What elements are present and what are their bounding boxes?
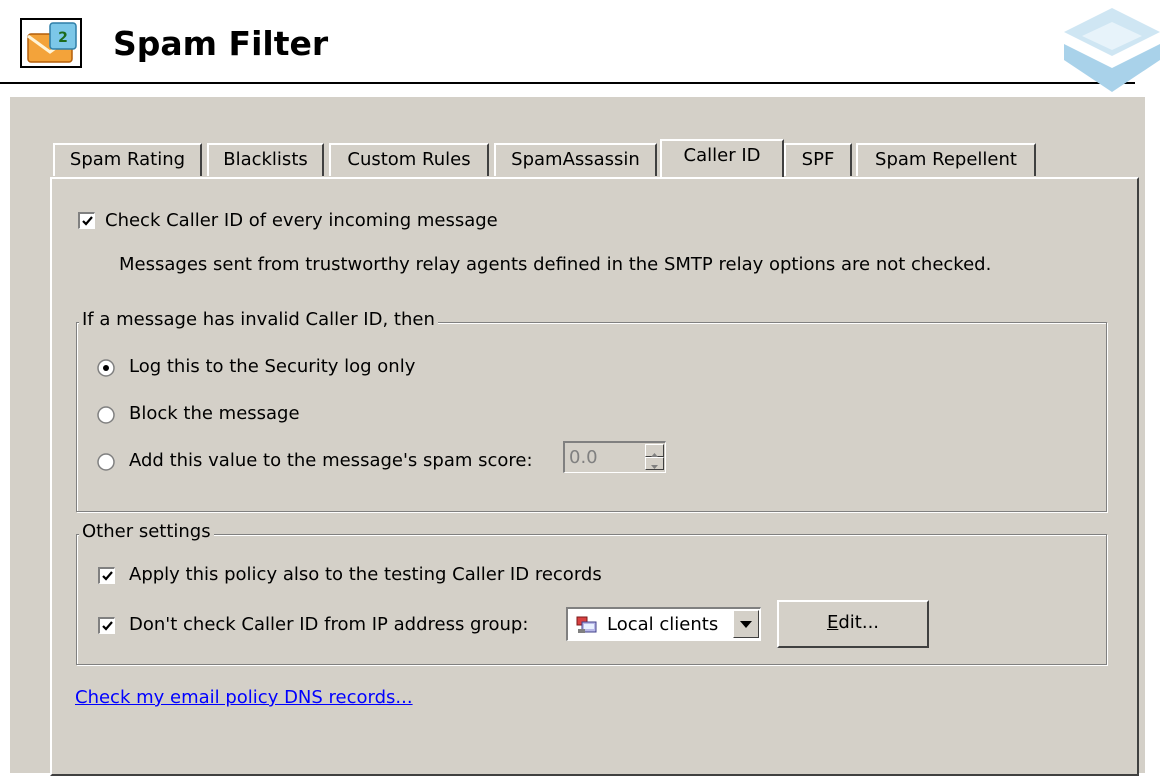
ip-group-dropdown-button[interactable] xyxy=(733,610,759,638)
edit-button[interactable]: Edit... xyxy=(777,600,929,648)
block-message-radio[interactable] xyxy=(97,406,115,424)
mail-envelope-icon: 2 xyxy=(20,18,82,68)
tab-spam-repellent[interactable]: Spam Repellent xyxy=(856,143,1036,176)
settings-panel: Spam Rating Blacklists Custom Rules Spam… xyxy=(10,97,1145,776)
other-settings-group-title: Other settings xyxy=(79,521,214,542)
tab-caller-id[interactable]: Caller ID xyxy=(660,139,784,177)
ip-group-select[interactable]: Local clients xyxy=(566,607,761,641)
invalid-caller-id-group-title: If a message has invalid Caller ID, then xyxy=(79,309,438,330)
tab-blacklists[interactable]: Blacklists xyxy=(207,143,324,176)
chevron-down-icon xyxy=(740,621,752,628)
spam-score-stepper[interactable]: 0.0 xyxy=(563,441,666,473)
brand-corner-logo xyxy=(1064,8,1160,92)
apply-testing-checkbox[interactable] xyxy=(98,567,115,584)
header-divider xyxy=(0,82,1135,84)
page-title: Spam Filter xyxy=(113,24,329,63)
add-spam-score-radio[interactable] xyxy=(97,453,115,471)
dont-check-ip-group-checkbox[interactable] xyxy=(98,617,115,634)
svg-text:2: 2 xyxy=(58,30,68,46)
block-message-label: Block the message xyxy=(129,403,300,424)
check-dns-records-link[interactable]: Check my email policy DNS records... xyxy=(75,687,413,708)
other-settings-group xyxy=(76,534,1107,665)
log-only-radio[interactable] xyxy=(97,359,115,377)
tab-spamassassin[interactable]: SpamAssassin xyxy=(494,143,657,176)
ip-group-icon xyxy=(576,616,597,633)
checkmark-icon xyxy=(102,621,113,631)
check-caller-id-checkbox[interactable] xyxy=(78,212,95,229)
add-spam-score-label: Add this value to the message's spam sco… xyxy=(129,450,533,471)
dont-check-ip-group-label: Don't check Caller ID from IP address gr… xyxy=(129,614,529,635)
caller-id-tabpage: Check Caller ID of every incoming messag… xyxy=(50,177,1139,776)
spam-score-value: 0.0 xyxy=(569,447,598,468)
edit-button-mnemonic: E xyxy=(826,612,839,633)
header: 2 Spam Filter xyxy=(0,0,1161,97)
checkmark-icon xyxy=(82,216,93,226)
relay-note: Messages sent from trustworthy relay age… xyxy=(119,254,992,275)
spin-up-button[interactable] xyxy=(645,444,664,457)
check-caller-id-label: Check Caller ID of every incoming messag… xyxy=(105,210,498,231)
tab-custom-rules[interactable]: Custom Rules xyxy=(329,143,489,176)
spin-down-button[interactable] xyxy=(645,457,664,470)
tab-spf[interactable]: SPF xyxy=(784,143,852,176)
tab-spam-rating[interactable]: Spam Rating xyxy=(53,143,202,176)
edit-button-label: dit... xyxy=(838,612,880,633)
apply-testing-label: Apply this policy also to the testing Ca… xyxy=(129,564,602,585)
arrow-down-icon xyxy=(651,465,658,469)
log-only-label: Log this to the Security log only xyxy=(129,356,416,377)
ip-group-selected: Local clients xyxy=(607,614,719,635)
checkmark-icon xyxy=(102,571,113,581)
